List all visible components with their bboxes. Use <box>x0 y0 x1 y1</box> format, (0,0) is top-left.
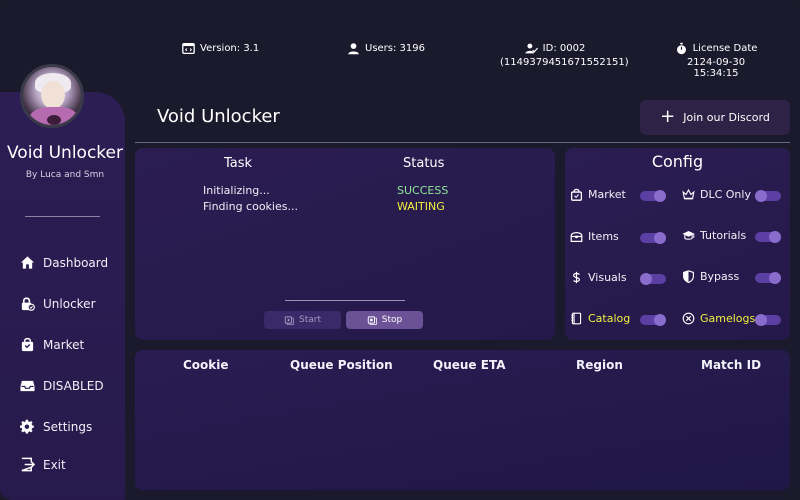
id-info: ID: 0002 (1149379451671552151) <box>500 42 629 68</box>
bag-icon <box>570 188 583 201</box>
sidebar-app-name: Void Unlocker <box>6 143 123 163</box>
stop-label: Stop <box>381 315 403 325</box>
task-row-status: WAITING <box>397 200 445 213</box>
stop-button[interactable]: Stop <box>346 311 423 329</box>
stop-square-icon <box>367 316 377 325</box>
sidebar-item-unlocker[interactable]: Unlocker <box>20 296 96 311</box>
id-text: ID: 0002 <box>542 43 586 54</box>
sidebar-item-market[interactable]: Market <box>20 337 84 352</box>
queue-table: Cookie Queue Position Queue ETA Region M… <box>135 350 790 490</box>
column-header-match-id: Match ID <box>701 358 762 372</box>
id-number: (1149379451671552151) <box>500 57 629 68</box>
config-panel: Config Market DLC Only Items Tutorials V… <box>565 148 790 340</box>
sidebar-item-exit[interactable]: Exit <box>20 457 66 472</box>
config-item-label: Visuals <box>588 271 627 284</box>
config-item-tutorials: Tutorials <box>682 229 746 242</box>
config-item-label: Tutorials <box>700 229 747 242</box>
config-item-label: Market <box>588 188 626 201</box>
task-row-status: SUCCESS <box>397 184 449 197</box>
column-header-cookie: Cookie <box>183 358 229 372</box>
sidebar-item-label: Unlocker <box>43 296 96 311</box>
license-label: License Date <box>692 43 758 54</box>
config-item-label: Items <box>588 230 619 243</box>
avatar <box>20 64 84 128</box>
version-info: Version: 3.1 <box>182 42 259 55</box>
config-item-items: Items <box>570 230 619 243</box>
app-window: Version: 3.1 Users: 3196 ID: 0002 (11493… <box>0 0 800 500</box>
sidebar-item-label: Dashboard <box>43 255 109 270</box>
sidebar-author: By Luca and Smn <box>25 170 105 180</box>
join-discord-button[interactable]: + Join our Discord <box>640 100 790 135</box>
chest-icon <box>570 232 583 242</box>
sidebar-divider <box>25 216 100 217</box>
sidebar-item-disabled[interactable]: DISABLED <box>20 378 104 393</box>
inbox-icon <box>20 380 35 392</box>
visuals-toggle[interactable] <box>640 273 666 285</box>
column-header-region: Region <box>576 358 623 372</box>
config-item-label: Catalog <box>588 312 631 325</box>
users-text: Users: 3196 <box>365 43 425 54</box>
start-label: Start <box>299 315 321 325</box>
graduation-cap-icon <box>682 231 695 240</box>
sidebar-item-label: Settings <box>43 419 93 434</box>
sidebar-item-settings[interactable]: Settings <box>20 419 92 434</box>
close-circle-icon <box>682 312 695 325</box>
sidebar-item-label: Market <box>43 337 85 352</box>
config-item-dlc-only: DLC Only <box>682 188 751 201</box>
config-item-label: Gamelogs <box>700 312 756 325</box>
sidebar-item-label: DISABLED <box>43 378 104 393</box>
code-window-icon <box>182 42 195 55</box>
column-header-queue-position: Queue Position <box>290 358 393 372</box>
play-square-icon <box>284 316 294 325</box>
start-button[interactable]: Start <box>264 311 341 329</box>
user-check-icon <box>525 43 538 54</box>
crown-icon <box>682 188 695 200</box>
status-column-header: Status <box>403 156 445 171</box>
license-info: License Date 2124-09-30 15:34:15 <box>664 42 768 79</box>
task-panel: Task Status Initializing... SUCCESS Find… <box>135 148 555 340</box>
users-info: Users: 3196 <box>347 42 425 55</box>
config-item-gamelogs: Gamelogs <box>682 312 755 325</box>
items-toggle[interactable] <box>640 232 666 244</box>
gamelogs-toggle[interactable] <box>755 314 781 326</box>
page-title: Void Unlocker <box>157 106 280 127</box>
header-divider <box>135 142 790 143</box>
shield-icon <box>683 270 694 283</box>
catalog-toggle[interactable] <box>640 314 666 326</box>
config-item-market: Market <box>570 188 626 201</box>
dlc-only-toggle[interactable] <box>755 190 781 202</box>
config-item-visuals: Visuals <box>570 271 627 284</box>
config-item-label: DLC Only <box>700 188 751 201</box>
tutorials-toggle[interactable] <box>755 231 781 243</box>
task-column-header: Task <box>224 156 253 171</box>
sidebar-item-label: Exit <box>43 457 66 472</box>
task-row-label: Finding cookies... <box>203 200 298 213</box>
book-icon <box>571 312 582 325</box>
plus-icon: + <box>660 105 676 127</box>
controls-divider <box>285 300 405 301</box>
bag-icon <box>21 337 34 352</box>
config-title: Config <box>651 152 704 171</box>
sidebar-item-dashboard[interactable]: Dashboard <box>20 255 108 270</box>
version-text: Version: 3.1 <box>200 43 260 54</box>
gear-icon <box>20 419 34 434</box>
dollar-icon <box>573 271 580 284</box>
join-discord-label: Join our Discord <box>683 111 770 124</box>
column-header-queue-eta: Queue ETA <box>433 358 506 372</box>
bypass-toggle[interactable] <box>755 272 781 284</box>
exit-icon <box>21 457 35 472</box>
license-date: 2124-09-30 15:34:15 <box>686 57 746 79</box>
home-icon <box>20 256 35 269</box>
market-toggle[interactable] <box>640 190 666 202</box>
user-icon <box>348 43 359 55</box>
task-row-label: Initializing... <box>203 184 270 197</box>
config-item-catalog: Catalog <box>570 312 630 325</box>
stopwatch-icon <box>676 42 686 55</box>
config-item-label: Bypass <box>700 270 740 283</box>
lock-icon <box>21 297 35 311</box>
config-item-bypass: Bypass <box>682 270 739 283</box>
